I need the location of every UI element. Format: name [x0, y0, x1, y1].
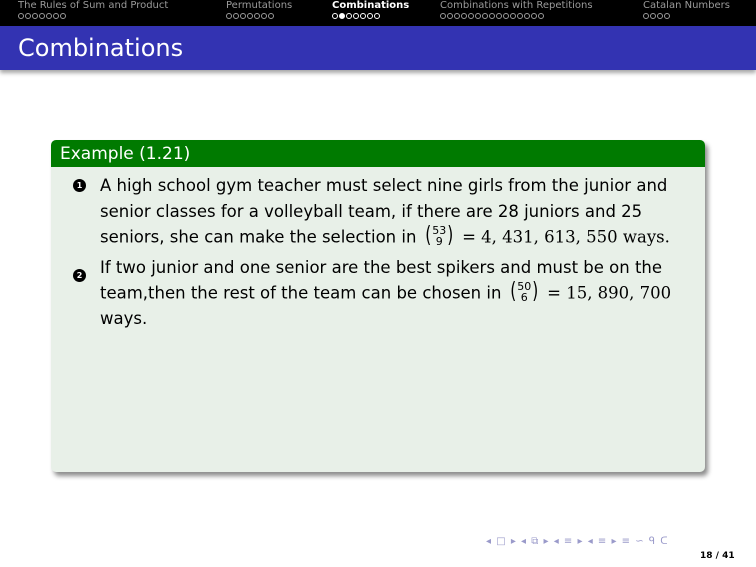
item-text-line: A high school gym teacher must select ni…	[100, 176, 668, 195]
nav-subsection-dot[interactable]	[353, 13, 359, 19]
nav-subsection-dot[interactable]	[247, 13, 253, 19]
nav-subsection-dot[interactable]	[339, 13, 345, 19]
example-block: Example (1.21) 1 A high school gym teach…	[51, 140, 705, 472]
nav-section-title: The Rules of Sum and Product	[18, 0, 169, 11]
nav-section-dots	[440, 13, 593, 19]
nav-subsection-dot[interactable]	[643, 13, 649, 19]
item-text-line: seniors, she can make the selection in (…	[100, 223, 670, 249]
item-text-fragment: = 15, 890, 700	[547, 283, 672, 303]
nav-section-catalan-numbers[interactable]: Catalan Numbers	[643, 0, 730, 26]
nav-subsection-dot[interactable]	[447, 13, 453, 19]
nav-subsection-dot[interactable]	[489, 13, 495, 19]
nav-section-dots	[332, 13, 409, 19]
page-number: 18 / 41	[700, 551, 735, 561]
nav-subsection-dot[interactable]	[39, 13, 45, 19]
item-text-line: If two junior and one senior are the bes…	[100, 258, 663, 277]
nav-subsection-dot[interactable]	[482, 13, 488, 19]
nav-subsection-dot[interactable]	[440, 13, 446, 19]
nav-subsection-dot[interactable]	[240, 13, 246, 19]
nav-subsection-dot[interactable]	[468, 13, 474, 19]
nav-subsection-dot[interactable]	[332, 13, 338, 19]
enumerate-marker-icon: 1	[73, 179, 86, 192]
nav-section-title: Combinations with Repetitions	[440, 0, 593, 11]
nav-section-combinations[interactable]: Combinations	[332, 0, 409, 26]
nav-subsection-dot[interactable]	[226, 13, 232, 19]
nav-subsection-dot[interactable]	[233, 13, 239, 19]
nav-subsection-dot[interactable]	[454, 13, 460, 19]
nav-subsection-dot[interactable]	[503, 13, 509, 19]
nav-section-title: Permutations	[226, 0, 293, 11]
item-text-fragment: team,then the rest of the team can be ch…	[100, 283, 502, 303]
nav-section-permutations[interactable]: Permutations	[226, 0, 292, 26]
nav-subsection-dot[interactable]	[25, 13, 31, 19]
nav-subsection-dot[interactable]	[254, 13, 260, 19]
nav-section-dots	[18, 13, 168, 19]
nav-subsection-dot[interactable]	[650, 13, 656, 19]
nav-subsection-dot[interactable]	[53, 13, 59, 19]
item-text-line: senior classes for a volleyball team, if…	[100, 202, 643, 221]
nav-subsection-dot[interactable]	[524, 13, 530, 19]
item-text-fragment: seniors, she can make the selection in	[100, 227, 417, 247]
frame-title: Combinations	[18, 34, 184, 62]
binomial-bottom: 6	[520, 291, 528, 304]
nav-section-dots	[226, 13, 292, 19]
nav-subsection-dot[interactable]	[496, 13, 502, 19]
nav-subsection-dot[interactable]	[346, 13, 352, 19]
nav-subsection-dot[interactable]	[46, 13, 52, 19]
example-block-title: Example (1.21)	[60, 144, 191, 164]
binomial-coefficient: ( 53 9 )	[424, 223, 454, 248]
item-text-line: team,then the rest of the team can be ch…	[100, 279, 672, 305]
nav-subsection-dot[interactable]	[32, 13, 38, 19]
nav-subsection-dot[interactable]	[475, 13, 481, 19]
nav-subsection-dot[interactable]	[517, 13, 523, 19]
nav-subsection-dot[interactable]	[367, 13, 373, 19]
nav-subsection-dot[interactable]	[360, 13, 366, 19]
nav-subsection-dot[interactable]	[374, 13, 380, 19]
nav-subsection-dot[interactable]	[261, 13, 267, 19]
section-navigation-bar: The Rules of Sum and Product Permutation…	[0, 0, 756, 26]
nav-section-title: Catalan Numbers	[643, 0, 730, 11]
nav-section-title: Combinations	[332, 0, 410, 11]
nav-subsection-dot[interactable]	[538, 13, 544, 19]
nav-subsection-dot[interactable]	[510, 13, 516, 19]
enumerate-marker-icon: 2	[73, 269, 86, 282]
nav-subsection-dot[interactable]	[664, 13, 670, 19]
nav-subsection-dot[interactable]	[531, 13, 537, 19]
item-text-line: ways.	[100, 309, 148, 328]
nav-subsection-dot[interactable]	[18, 13, 24, 19]
nav-subsection-dot[interactable]	[461, 13, 467, 19]
nav-subsection-dot[interactable]	[60, 13, 66, 19]
binomial-coefficient: ( 50 6 )	[509, 279, 539, 304]
example-block-header: Example (1.21)	[51, 140, 705, 167]
item-text-fragment: = 4, 431, 613, 550 ways.	[462, 227, 670, 247]
frame-title-bar: Combinations	[0, 26, 756, 70]
nav-section-rules-of-sum-and-product[interactable]: The Rules of Sum and Product	[18, 0, 168, 26]
binomial-bottom: 9	[435, 235, 443, 248]
nav-subsection-dot[interactable]	[657, 13, 663, 19]
nav-subsection-dot[interactable]	[268, 13, 274, 19]
beamer-navigation-symbols[interactable]: ◂ □ ▸ ◂ ⧉ ▸ ◂ ≡ ▸ ◂ ≡ ▸ ≡ ∽ ᑫ ᑕ	[486, 536, 669, 547]
nav-section-combinations-with-repetitions[interactable]: Combinations with Repetitions	[440, 0, 593, 26]
nav-section-dots	[643, 13, 730, 19]
